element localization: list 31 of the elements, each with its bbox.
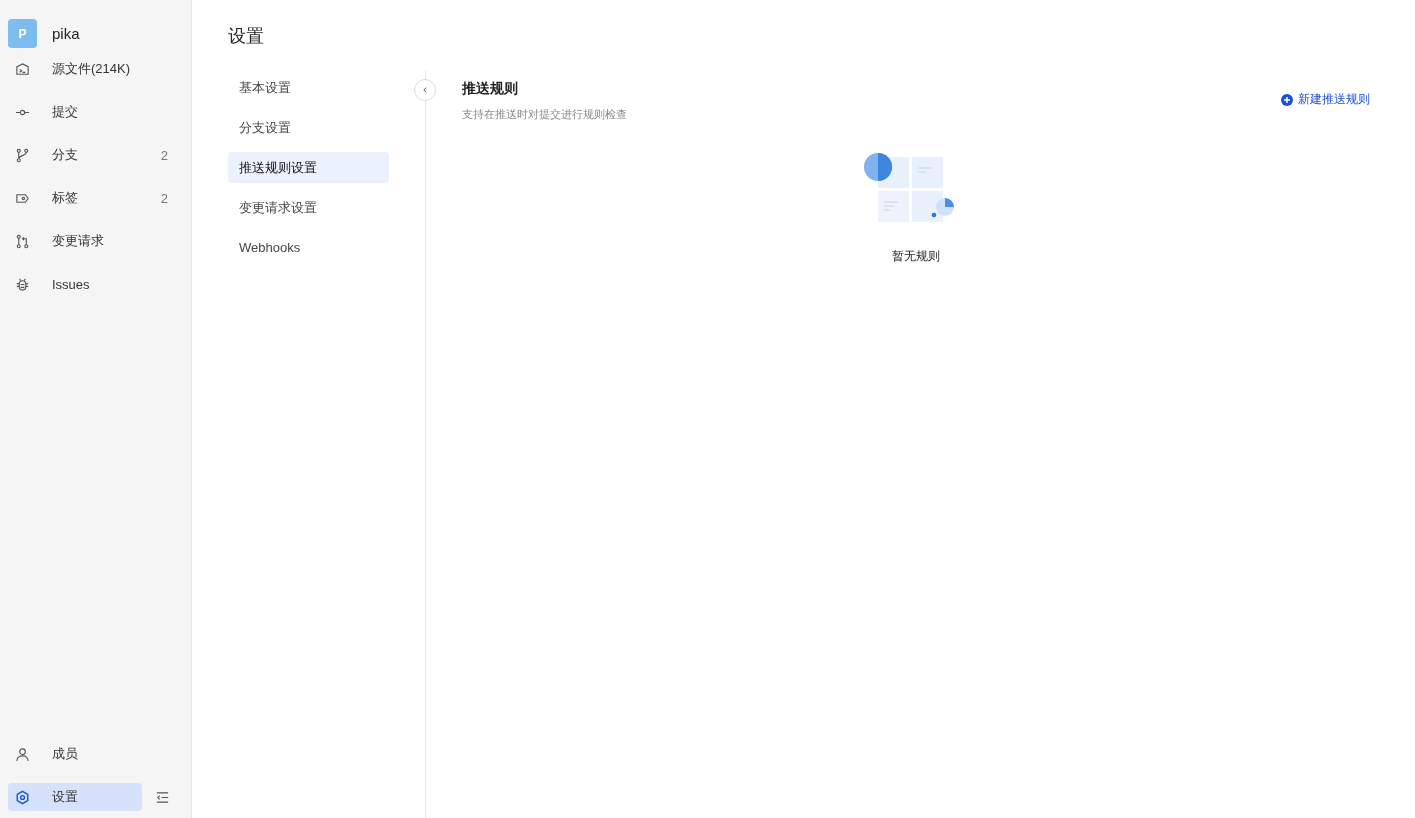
settings-nav-item[interactable]: 基本设置: [228, 72, 389, 103]
repo-avatar: P: [8, 19, 37, 48]
new-rule-link[interactable]: 新建推送规则: [1281, 91, 1370, 108]
sidebar-item[interactable]: 标签 2: [8, 184, 183, 212]
item-count: 2: [160, 190, 168, 206]
sidebar-item[interactable]: 变更请求: [8, 227, 183, 255]
sidebar-item[interactable]: 成员: [8, 740, 142, 768]
page-title: 设置: [228, 25, 265, 48]
section-title: 推送规则: [462, 80, 519, 98]
settings-nav-item[interactable]: Webhooks: [228, 232, 389, 263]
repo-name: pika: [52, 25, 80, 42]
settings-nav-item[interactable]: 分支设置: [228, 112, 389, 143]
sidebar-item[interactable]: 分支 2: [8, 141, 183, 169]
item-count: 2: [160, 147, 168, 163]
empty-message: 暂无规则: [892, 248, 940, 265]
branch-icon: [15, 147, 30, 163]
person-icon: [15, 746, 30, 762]
bug-icon: [15, 276, 30, 292]
sidebar-item[interactable]: 提交: [8, 98, 183, 126]
sidebar-item[interactable]: 设置: [8, 783, 142, 811]
hexagon-settings-icon: [15, 789, 30, 805]
collapse-sidebar-icon[interactable]: [155, 789, 170, 805]
sidebar-item[interactable]: Issues: [8, 270, 183, 298]
code-folder-icon: [15, 61, 30, 77]
chevron-left-icon: [421, 86, 429, 94]
settings-nav-item[interactable]: 变更请求设置: [228, 192, 389, 223]
merge-request-icon: [15, 233, 30, 249]
settings-nav-item[interactable]: 推送规则设置: [228, 152, 389, 183]
plus-circle-icon: [1281, 93, 1293, 106]
section-description: 支持在推送时对提交进行规则检查: [462, 107, 627, 122]
sidebar-item[interactable]: 源文件(214K): [8, 55, 183, 83]
